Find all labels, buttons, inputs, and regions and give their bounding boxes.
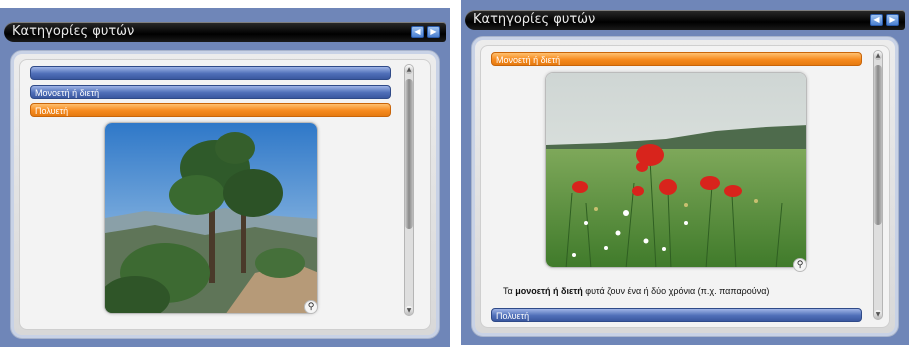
chevron-down-icon[interactable]: ▼ bbox=[405, 306, 413, 315]
tree-photo bbox=[104, 122, 318, 314]
chevron-up-icon[interactable]: ▲ bbox=[405, 65, 413, 74]
accordion-header-perennial[interactable]: Πολυετή bbox=[491, 308, 862, 322]
caption-bold: μονοετή ή διετή bbox=[515, 286, 583, 296]
scrollbar[interactable]: ▲ ▼ bbox=[404, 64, 414, 316]
left-panel: Κατηγορίες φυτών ◀ ▶ Μονοετή ή διετή Πολ… bbox=[0, 8, 450, 347]
content-frame: Μονοετή ή διετή Πολυετή ⚲ ▲ ▼ bbox=[10, 50, 440, 339]
magnifier-icon[interactable]: ⚲ bbox=[304, 300, 318, 314]
accordion-header-1[interactable] bbox=[30, 66, 391, 80]
right-panel: Κατηγορίες φυτών ◀ ▶ Μονοετή ή διετή ⚲ Τ… bbox=[461, 0, 909, 345]
arrow-left-icon[interactable]: ◀ bbox=[870, 14, 883, 26]
arrow-right-icon[interactable]: ▶ bbox=[427, 26, 440, 38]
caption-prefix: Τα bbox=[503, 286, 516, 296]
scroll-thumb[interactable] bbox=[405, 79, 413, 229]
magnifier-icon[interactable]: ⚲ bbox=[793, 258, 807, 272]
title-bar: Κατηγορίες φυτών ◀ ▶ bbox=[4, 22, 446, 42]
scrollbar[interactable]: ▲ ▼ bbox=[873, 50, 883, 320]
arrow-right-icon[interactable]: ▶ bbox=[886, 14, 899, 26]
poppy-image bbox=[546, 73, 806, 267]
title-bar: Κατηγορίες φυτών ◀ ▶ bbox=[465, 10, 905, 30]
chevron-up-icon[interactable]: ▲ bbox=[874, 51, 882, 60]
window-title: Κατηγορίες φυτών bbox=[12, 24, 135, 39]
scroll-thumb[interactable] bbox=[874, 65, 882, 225]
accordion-header-annual[interactable]: Μονοετή ή διετή bbox=[491, 52, 862, 66]
content-area: Μονοετή ή διετή ⚲ Τα μονοετή ή διετή φυτ… bbox=[480, 45, 890, 328]
content-area: Μονοετή ή διετή Πολυετή ⚲ ▲ ▼ bbox=[19, 59, 431, 330]
accordion-header-annual[interactable]: Μονοετή ή διετή bbox=[30, 85, 391, 99]
poppy-photo bbox=[545, 72, 807, 268]
content-frame: Μονοετή ή διετή ⚲ Τα μονοετή ή διετή φυτ… bbox=[471, 36, 899, 337]
tree-image bbox=[105, 123, 317, 313]
chevron-down-icon[interactable]: ▼ bbox=[874, 310, 882, 319]
arrow-left-icon[interactable]: ◀ bbox=[411, 26, 424, 38]
window-title: Κατηγορίες φυτών bbox=[473, 12, 596, 27]
caption-suffix: φυτά ζουν ένα ή δύο χρόνια (π.χ. παπαρού… bbox=[582, 286, 770, 296]
description-text: Τα μονοετή ή διετή φυτά ζουν ένα ή δύο χ… bbox=[503, 286, 769, 296]
accordion-header-perennial[interactable]: Πολυετή bbox=[30, 103, 391, 117]
